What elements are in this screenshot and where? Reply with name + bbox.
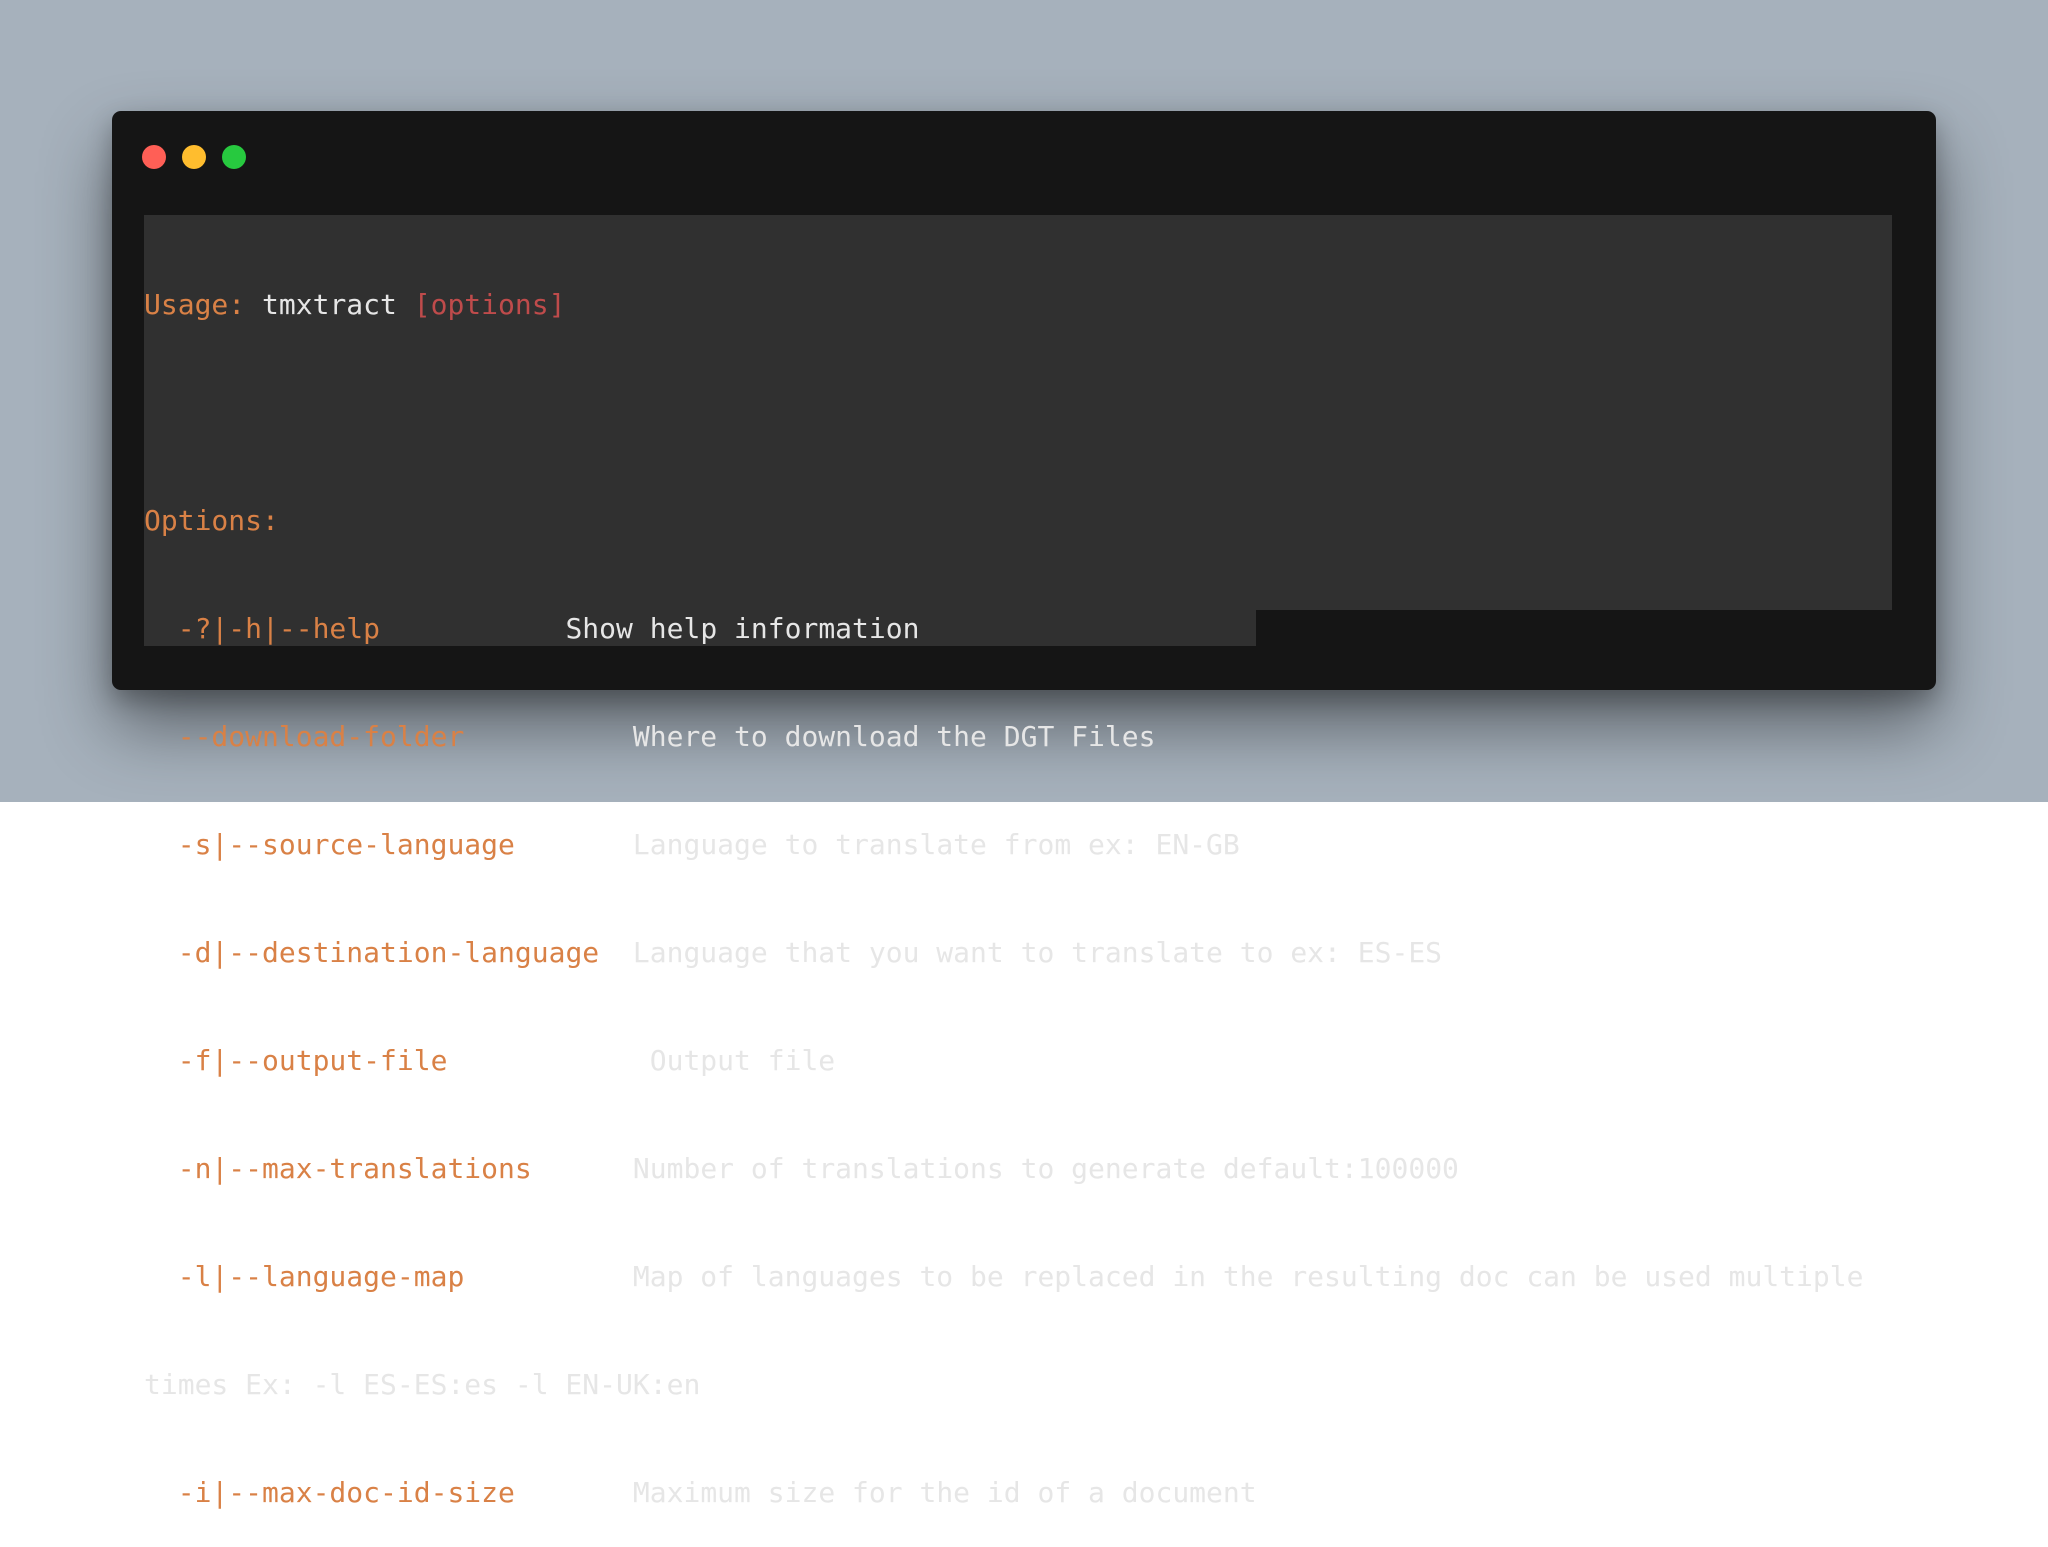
option-flag: -l|--language-map <box>177 1260 465 1293</box>
option-row: -l|--language-map Map of languages to be… <box>144 1259 1904 1295</box>
options-heading-line: Options: <box>144 503 1904 539</box>
option-flag: -i|--max-doc-id-size <box>177 1476 515 1509</box>
minimize-window-button[interactable] <box>182 145 206 169</box>
option-description-continuation: times Ex: -l ES-ES:es -l EN-UK:en <box>144 1368 701 1401</box>
option-row: -?|-h|--help Show help information <box>144 611 1904 647</box>
option-flag: -d|--destination-language <box>177 936 600 969</box>
options-placeholder: [options] <box>413 288 566 321</box>
option-description: Map of languages to be replaced in the r… <box>632 1260 1864 1293</box>
option-description: Language to translate from ex: EN-GB <box>632 828 1240 861</box>
option-flag: -s|--source-language <box>177 828 515 861</box>
option-row: -d|--destination-language Language that … <box>144 935 1904 971</box>
option-description: Where to download the DGT Files <box>632 720 1156 753</box>
option-flag: -f|--output-file <box>177 1044 448 1077</box>
option-row: --download-folder Where to download the … <box>144 719 1904 755</box>
maximize-window-button[interactable] <box>222 145 246 169</box>
option-description: Language that you want to translate to e… <box>632 936 1443 969</box>
option-row: -i|--max-doc-id-size Maximum size for th… <box>144 1475 1904 1511</box>
option-continuation-line: times Ex: -l ES-ES:es -l EN-UK:en <box>144 1367 1904 1403</box>
option-description: Output file <box>649 1044 836 1077</box>
option-flag: -n|--max-translations <box>177 1152 532 1185</box>
command-name: tmxtract <box>262 288 397 321</box>
option-description: Maximum size for the id of a document <box>632 1476 1257 1509</box>
terminal-output: Usage: tmxtract [options] Options: -?|-h… <box>144 215 1904 1547</box>
usage-line: Usage: tmxtract [options] <box>144 287 1904 323</box>
option-row: -f|--output-file Output file <box>144 1043 1904 1079</box>
option-description: Show help information <box>565 612 920 645</box>
option-flag: --download-folder <box>177 720 465 753</box>
option-flag: -?|-h|--help <box>177 612 381 645</box>
usage-label: Usage: <box>144 288 246 321</box>
option-row: -n|--max-translations Number of translat… <box>144 1151 1904 1187</box>
close-window-button[interactable] <box>142 145 166 169</box>
option-description: Number of translations to generate defau… <box>632 1152 1459 1185</box>
options-heading: Options: <box>144 504 279 537</box>
option-row: -s|--source-language Language to transla… <box>144 827 1904 863</box>
